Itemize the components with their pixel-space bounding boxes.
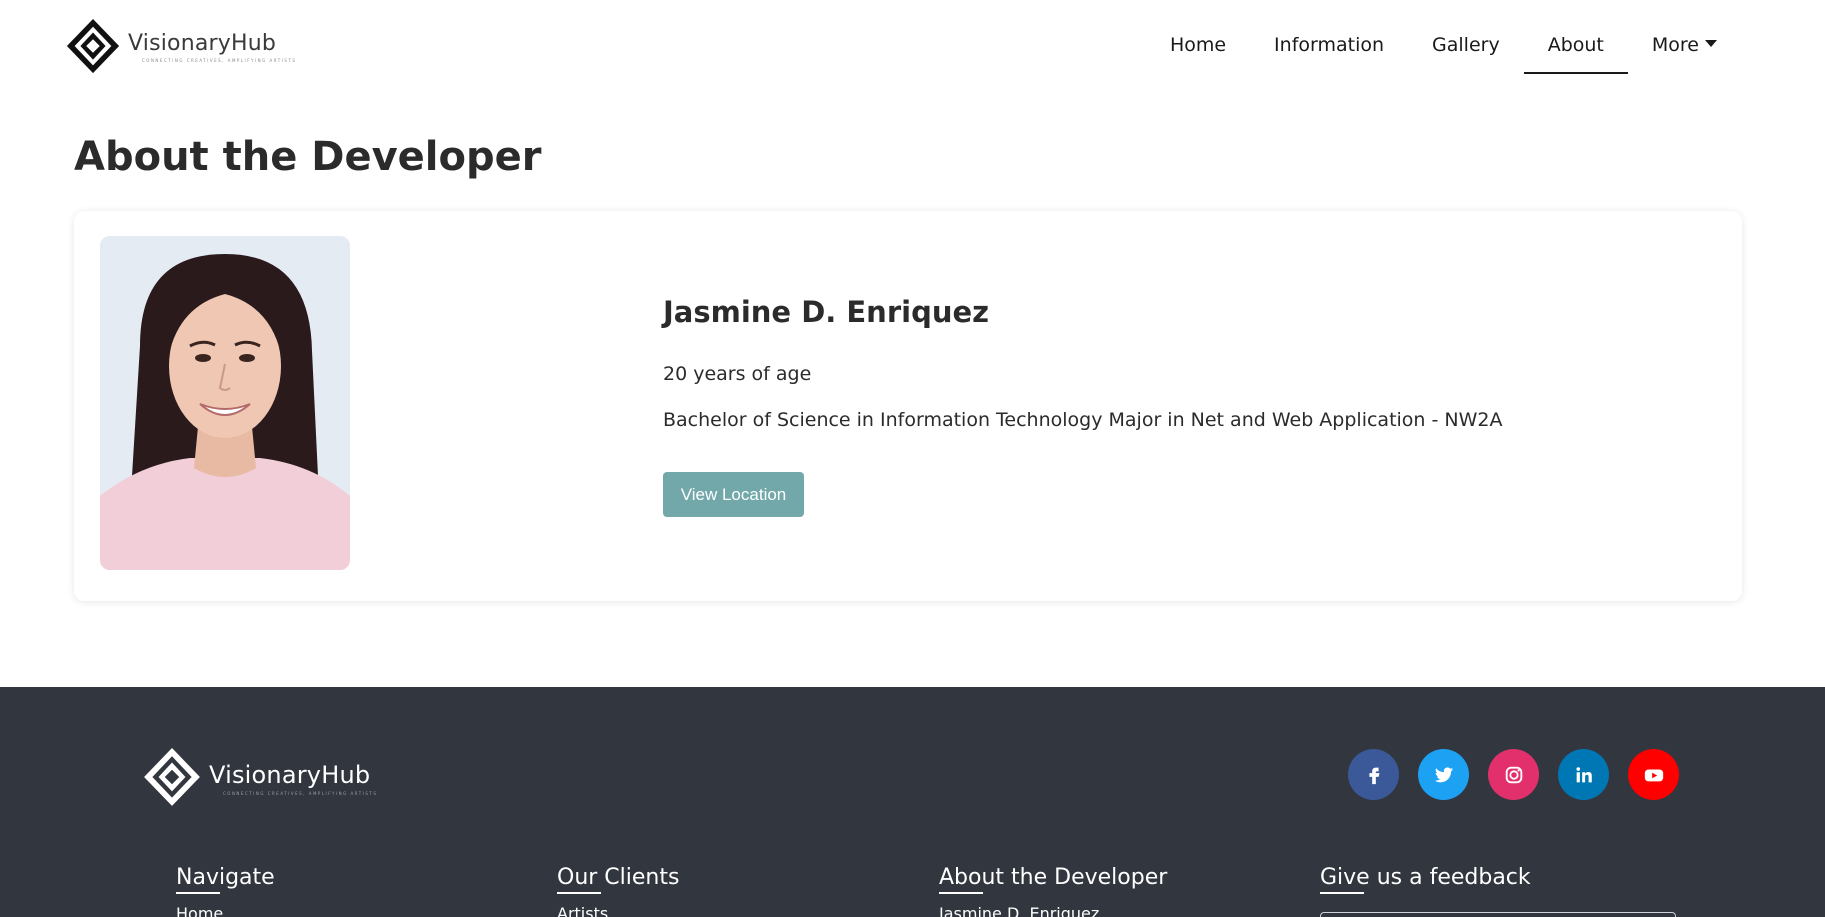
facebook-button[interactable] (1348, 749, 1399, 800)
social-links (1348, 749, 1698, 800)
developer-name: Jasmine D. Enriquez (663, 295, 990, 329)
youtube-icon (1644, 769, 1663, 781)
site-footer: VisionaryHub CONNECTING CREATIVES, AMPLI… (0, 687, 1825, 917)
nav-more-label: More (1651, 34, 1699, 56)
instagram-button[interactable] (1488, 749, 1539, 800)
footer-col-clients: Our Clients Artists (557, 865, 679, 917)
nav-home[interactable]: Home (1146, 30, 1250, 74)
footer-logo-name: VisionaryHub (209, 760, 371, 789)
footer-col-navigate: Navigate Home (176, 865, 275, 917)
footer-col-developer: About the Developer Jasmine D. Enriquez (939, 865, 1167, 917)
footer-link-home[interactable]: Home (176, 904, 275, 917)
twitter-icon (1434, 766, 1453, 782)
developer-age: 20 years of age (663, 363, 812, 385)
portrait-image (100, 236, 350, 570)
youtube-button[interactable] (1628, 749, 1679, 800)
footer-logo-tagline: CONNECTING CREATIVES, AMPLIFYING ARTISTS (223, 790, 378, 796)
linkedin-button[interactable] (1558, 749, 1609, 800)
main-nav: Home Information Gallery About More (1146, 30, 1741, 74)
footer-col-feedback: Give us a feedback (1320, 865, 1531, 894)
footer-link-artists[interactable]: Artists (557, 904, 679, 917)
footer-heading-navigate: Navigate (176, 865, 275, 894)
site-header: VisionaryHub CONNECTING CREATIVES, AMPLI… (0, 0, 1825, 96)
footer-heading-developer: About the Developer (939, 865, 1168, 894)
logo-name: VisionaryHub (128, 31, 277, 56)
developer-course: Bachelor of Science in Information Techn… (663, 409, 1503, 431)
nav-information[interactable]: Information (1250, 30, 1408, 74)
footer-heading-feedback: Give us a feedback (1320, 865, 1531, 894)
logo-tagline: CONNECTING CREATIVES, AMPLIFYING ARTISTS (142, 58, 297, 63)
logo-diamond-icon (144, 748, 200, 806)
linkedin-icon (1575, 766, 1592, 782)
caret-down-icon (1705, 40, 1717, 47)
logo-diamond-icon (66, 18, 120, 74)
facebook-icon (1368, 767, 1379, 784)
developer-card: Jasmine D. Enriquez 20 years of age Bach… (74, 211, 1742, 601)
site-logo[interactable]: VisionaryHub CONNECTING CREATIVES, AMPLI… (64, 16, 296, 78)
instagram-icon (1505, 766, 1522, 783)
twitter-button[interactable] (1418, 749, 1469, 800)
developer-photo (100, 236, 350, 570)
footer-logo[interactable]: VisionaryHub CONNECTING CREATIVES, AMPLI… (141, 745, 377, 811)
nav-about[interactable]: About (1523, 30, 1629, 74)
nav-gallery[interactable]: Gallery (1408, 30, 1524, 74)
page-title: About the Developer (74, 134, 542, 180)
nav-more[interactable]: More (1628, 30, 1741, 74)
footer-heading-clients: Our Clients (557, 865, 680, 894)
footer-link-developer[interactable]: Jasmine D. Enriquez (939, 904, 1167, 917)
feedback-input[interactable] (1320, 912, 1676, 917)
view-location-button[interactable]: View Location (663, 472, 804, 517)
